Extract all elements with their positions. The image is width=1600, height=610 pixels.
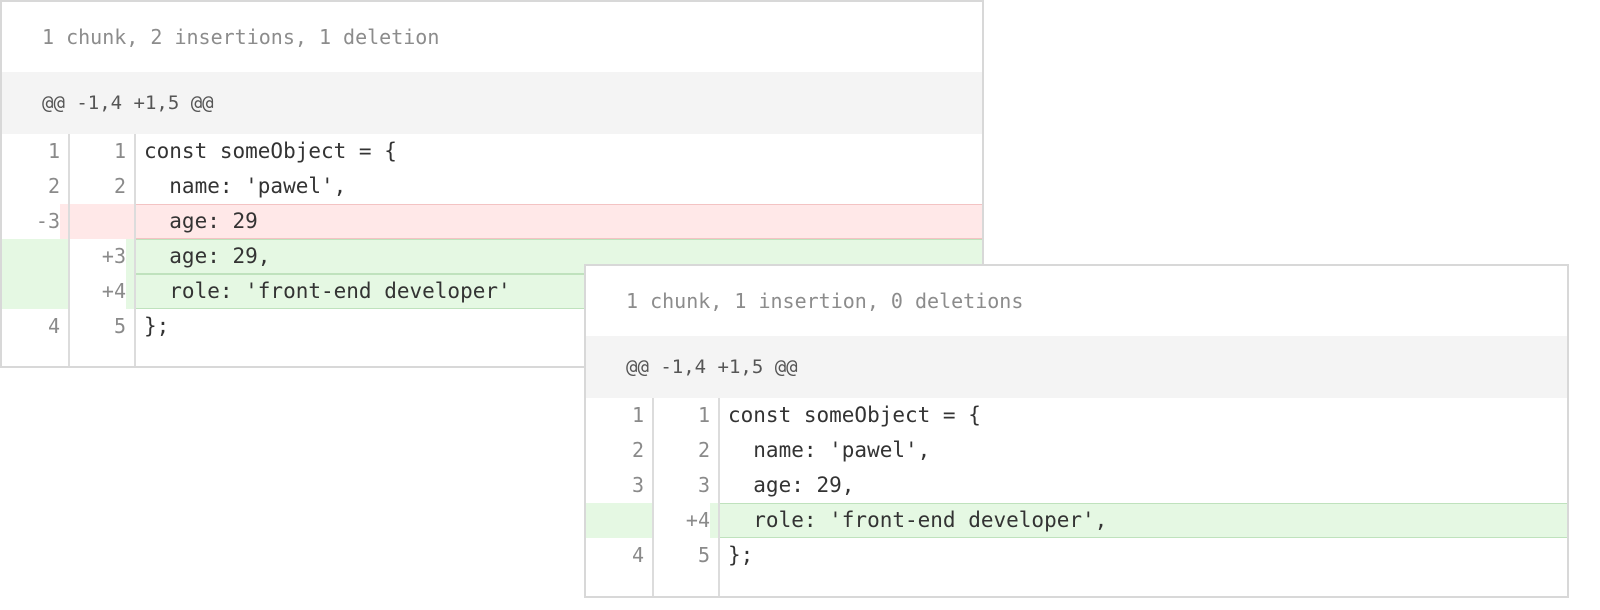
old-line-number: 1 bbox=[631, 403, 644, 427]
line-code: const someObject = { bbox=[144, 139, 397, 163]
diff-lines: 1 1 const someObject = { 2 2 name: 'pawe… bbox=[586, 398, 1567, 596]
new-line-number: +3 bbox=[68, 239, 126, 274]
diff-line-context: 2 2 name: 'pawel', bbox=[586, 433, 1567, 468]
gutter-divider-old bbox=[652, 398, 654, 596]
new-line-number: 2 bbox=[113, 174, 126, 198]
new-line-number: 5 bbox=[113, 314, 126, 338]
old-line-number: 1 bbox=[47, 139, 60, 163]
new-line-number: 1 bbox=[697, 403, 710, 427]
line-code: }; bbox=[728, 543, 754, 567]
old-line-number: 4 bbox=[631, 543, 644, 567]
line-code: name: 'pawel', bbox=[144, 174, 347, 198]
new-line-number: 5 bbox=[697, 543, 710, 567]
old-line-number: 2 bbox=[47, 174, 60, 198]
new-line-number: 1 bbox=[113, 139, 126, 163]
new-line-number: +4 bbox=[68, 274, 126, 309]
old-line-number: 4 bbox=[47, 314, 60, 338]
old-line-number: 3 bbox=[631, 473, 644, 497]
hunk-header: @@ -1,4 +1,5 @@ bbox=[586, 336, 1567, 398]
line-code: age: 29, bbox=[728, 473, 855, 497]
line-code: name: 'pawel', bbox=[728, 438, 931, 462]
diff-line-context: 2 2 name: 'pawel', bbox=[2, 169, 982, 204]
line-code: const someObject = { bbox=[728, 403, 981, 427]
gutter-divider-new bbox=[718, 398, 720, 596]
hunk-header: @@ -1,4 +1,5 @@ bbox=[2, 72, 982, 134]
gutter-divider-new bbox=[134, 134, 136, 366]
gutter-divider-old bbox=[68, 134, 70, 366]
diff-panel-after: 1 chunk, 1 insertion, 0 deletions @@ -1,… bbox=[584, 264, 1569, 598]
line-code: age: 29 bbox=[134, 204, 982, 239]
diff-summary: 1 chunk, 1 insertion, 0 deletions bbox=[626, 289, 1024, 313]
old-line-number: -3 bbox=[2, 204, 60, 239]
diff-line-context: 3 3 age: 29, bbox=[586, 468, 1567, 503]
new-line-number: 3 bbox=[697, 473, 710, 497]
diff-filler bbox=[586, 573, 1567, 596]
new-line-number: 2 bbox=[697, 438, 710, 462]
diff-line-context: 1 1 const someObject = { bbox=[586, 398, 1567, 433]
diff-line-context: 1 1 const someObject = { bbox=[2, 134, 982, 169]
diff-line-insertion: +4 role: 'front-end developer', bbox=[586, 503, 1567, 538]
old-line-number: 2 bbox=[631, 438, 644, 462]
line-code: role: 'front-end developer', bbox=[718, 503, 1567, 538]
new-line-number: +4 bbox=[652, 503, 710, 538]
diff-line-deletion: -3 age: 29 bbox=[2, 204, 982, 239]
diff-line-context: 4 5 }; bbox=[586, 538, 1567, 573]
diff-summary: 1 chunk, 2 insertions, 1 deletion bbox=[42, 25, 440, 49]
